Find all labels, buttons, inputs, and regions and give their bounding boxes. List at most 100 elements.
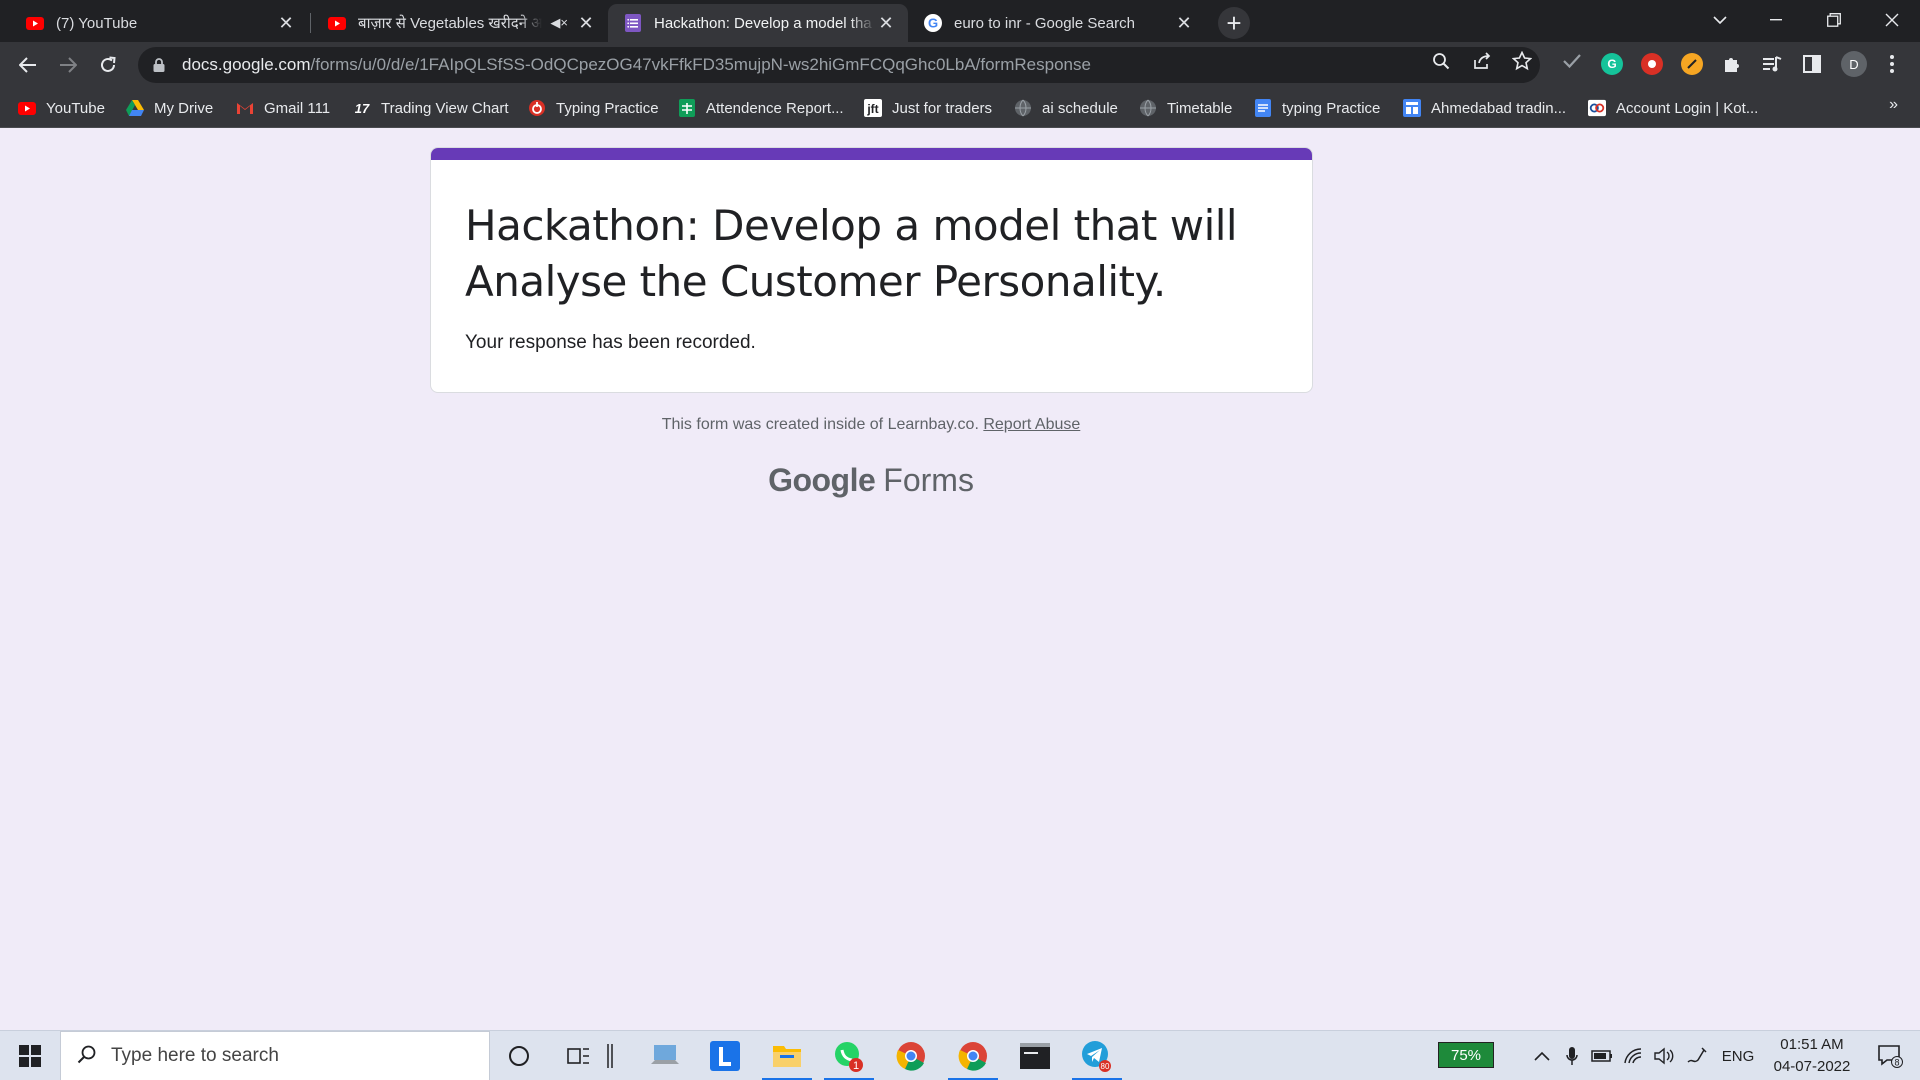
close-tab-icon[interactable]: ✕: [276, 13, 296, 33]
notification-icon: 8: [1878, 1045, 1903, 1068]
bookmark-label: Gmail 111: [264, 99, 331, 117]
pen-workspace-button[interactable]: [600, 1031, 620, 1080]
tab-search-chevron-icon[interactable]: [1692, 0, 1748, 40]
tradingview-icon: 17: [353, 99, 371, 117]
close-tab-icon[interactable]: ✕: [576, 13, 596, 33]
terminal-icon: [1020, 1043, 1050, 1069]
svg-text:8: 8: [1894, 1058, 1899, 1068]
bookmarks-bar: YouTube My Drive Gmail 111 17 Trading Vi…: [0, 88, 1920, 128]
extensions-puzzle-icon[interactable]: [1721, 53, 1743, 75]
whatsapp-icon: 1: [835, 1042, 863, 1072]
start-button[interactable]: [0, 1031, 60, 1080]
svg-text:jft: jft: [866, 102, 878, 116]
bookmark-label: Account Login | Kot...: [1616, 99, 1759, 117]
close-window-button[interactable]: [1864, 0, 1920, 40]
checkmark-extension-icon[interactable]: [1561, 50, 1583, 72]
zoom-icon[interactable]: [1430, 50, 1452, 72]
speaker-muted-icon[interactable]: ◀×: [550, 15, 568, 31]
bookmark-my-drive[interactable]: My Drive: [126, 96, 213, 120]
bookmark-typing-practice[interactable]: Typing Practice: [528, 96, 659, 120]
battery-percentage[interactable]: 75%: [1438, 1042, 1494, 1068]
taskbar-search-box[interactable]: Type here to search: [60, 1031, 490, 1080]
laptop-app-icon: [651, 1045, 679, 1064]
side-panel-icon[interactable]: [1801, 53, 1823, 75]
l-app-icon: [710, 1041, 740, 1071]
back-button[interactable]: [12, 49, 44, 81]
site-icon: [1403, 99, 1421, 117]
forward-button[interactable]: [52, 49, 84, 81]
form-title: Hackathon: Develop a model that will Ana…: [465, 201, 1238, 306]
url-path: /forms/u/0/d/e/1FAIpQLSfSS-OdQCpezOG47vk…: [310, 55, 1091, 74]
bookmark-attendence-report[interactable]: Attendence Report...: [678, 96, 844, 120]
grammarly-icon[interactable]: G: [1601, 53, 1623, 75]
lock-icon[interactable]: [152, 58, 166, 72]
youtube-icon: [26, 14, 44, 32]
svg-text:80: 80: [1101, 1062, 1110, 1071]
media-controls-icon[interactable]: [1761, 53, 1783, 75]
bookmark-just-for-traders[interactable]: jft Just for traders: [864, 96, 992, 120]
profile-avatar[interactable]: D: [1841, 51, 1867, 77]
taskbar-app-l[interactable]: [696, 1031, 754, 1080]
new-tab-button[interactable]: +: [1218, 7, 1250, 39]
wifi-icon[interactable]: [1620, 1031, 1648, 1080]
tab-hackathon-form[interactable]: Hackathon: Develop a model tha ✕: [608, 4, 908, 42]
bookmark-trading-view[interactable]: 17 Trading View Chart: [353, 96, 509, 120]
record-extension-icon[interactable]: [1641, 53, 1663, 75]
taskbar-app-terminal[interactable]: [1006, 1031, 1064, 1080]
bookmark-timetable[interactable]: Timetable: [1139, 96, 1232, 120]
bookmark-youtube[interactable]: YouTube: [18, 96, 105, 120]
report-abuse-link[interactable]: Report Abuse: [983, 416, 1080, 433]
bookmark-ahmedabad-trading[interactable]: Ahmedabad tradin...: [1403, 96, 1566, 120]
folder-icon: [773, 1046, 801, 1067]
close-tab-icon[interactable]: ✕: [1174, 13, 1194, 33]
show-hidden-icons-chevron[interactable]: [1528, 1031, 1556, 1080]
address-bar[interactable]: docs.google.com/forms/u/0/d/e/1FAIpQLSfS…: [138, 47, 1540, 83]
taskbar-app-telegram[interactable]: 80: [1068, 1031, 1126, 1080]
tab-google-search[interactable]: G euro to inr - Google Search ✕: [908, 4, 1206, 42]
typing-icon: [528, 99, 546, 117]
form-accent-bar: [431, 148, 1312, 160]
bookmark-ai-schedule[interactable]: ai schedule: [1014, 96, 1118, 120]
cortana-button[interactable]: [490, 1031, 548, 1080]
bookmark-star-icon[interactable]: [1511, 50, 1533, 72]
more-menu-icon[interactable]: [1881, 53, 1903, 75]
restore-button[interactable]: [1806, 0, 1862, 40]
share-icon[interactable]: [1471, 50, 1493, 72]
bookmark-label: Ahmedabad tradin...: [1431, 99, 1567, 117]
taskbar-app-laptop[interactable]: [636, 1031, 694, 1080]
bookmark-typing-practice-doc[interactable]: typing Practice: [1254, 96, 1380, 120]
url-host: docs.google.com: [182, 55, 311, 74]
url-text[interactable]: docs.google.com/forms/u/0/d/e/1FAIpQLSfS…: [182, 55, 1091, 75]
globe-icon: [1139, 99, 1157, 117]
form-footer-note: This form was created inside of Learnbay…: [0, 416, 1742, 434]
pen-ink-icon[interactable]: [1682, 1031, 1712, 1080]
bookmarks-overflow-icon[interactable]: »: [1889, 96, 1898, 114]
youtube-icon: [18, 99, 36, 117]
tab-youtube[interactable]: (7) YouTube ✕: [10, 4, 308, 42]
input-language[interactable]: ENG: [1718, 1031, 1758, 1080]
bookmark-account-login[interactable]: Account Login | Kot...: [1588, 96, 1758, 120]
close-tab-icon[interactable]: ✕: [876, 13, 896, 33]
sheets-icon: [678, 99, 696, 117]
bookmark-gmail[interactable]: Gmail 111: [236, 96, 330, 120]
notification-center-button[interactable]: 8: [1866, 1031, 1914, 1080]
reload-button[interactable]: [92, 49, 124, 81]
taskbar-app-file-explorer[interactable]: [758, 1031, 816, 1080]
microphone-icon[interactable]: [1560, 1031, 1584, 1080]
clock-date: 04-07-2022: [1773, 1058, 1851, 1075]
taskbar-app-chrome-active[interactable]: [944, 1031, 1002, 1080]
taskbar-app-whatsapp[interactable]: 1: [820, 1031, 878, 1080]
battery-icon[interactable]: [1588, 1031, 1616, 1080]
speed-extension-icon[interactable]: [1681, 53, 1703, 75]
system-clock[interactable]: 01:51 AM 04-07-2022: [1762, 1034, 1862, 1078]
bookmark-label: ai schedule: [1042, 99, 1118, 117]
pen-icon: [607, 1044, 613, 1068]
volume-icon[interactable]: [1650, 1031, 1678, 1080]
google-forms-logo[interactable]: Google Forms: [0, 462, 1742, 499]
tab-vegetables[interactable]: बाज़ार से Vegetables खरीदने अ ◀× ✕: [312, 4, 608, 42]
minimize-button[interactable]: [1748, 0, 1804, 40]
taskbar-app-chrome[interactable]: [882, 1031, 940, 1080]
browser-toolbar: docs.google.com/forms/u/0/d/e/1FAIpQLSfS…: [0, 42, 1920, 88]
docs-icon: [1254, 99, 1272, 117]
clock-time: 01:51 AM: [1780, 1036, 1844, 1053]
